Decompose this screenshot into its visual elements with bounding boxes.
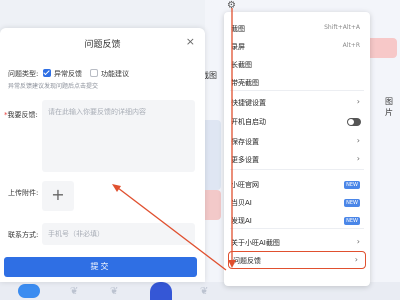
annotation-arrows xyxy=(112,8,236,271)
annotation-arrowhead xyxy=(112,184,121,192)
annotation-arrowhead xyxy=(228,260,236,268)
annotation-arrow-diagonal xyxy=(117,187,227,271)
